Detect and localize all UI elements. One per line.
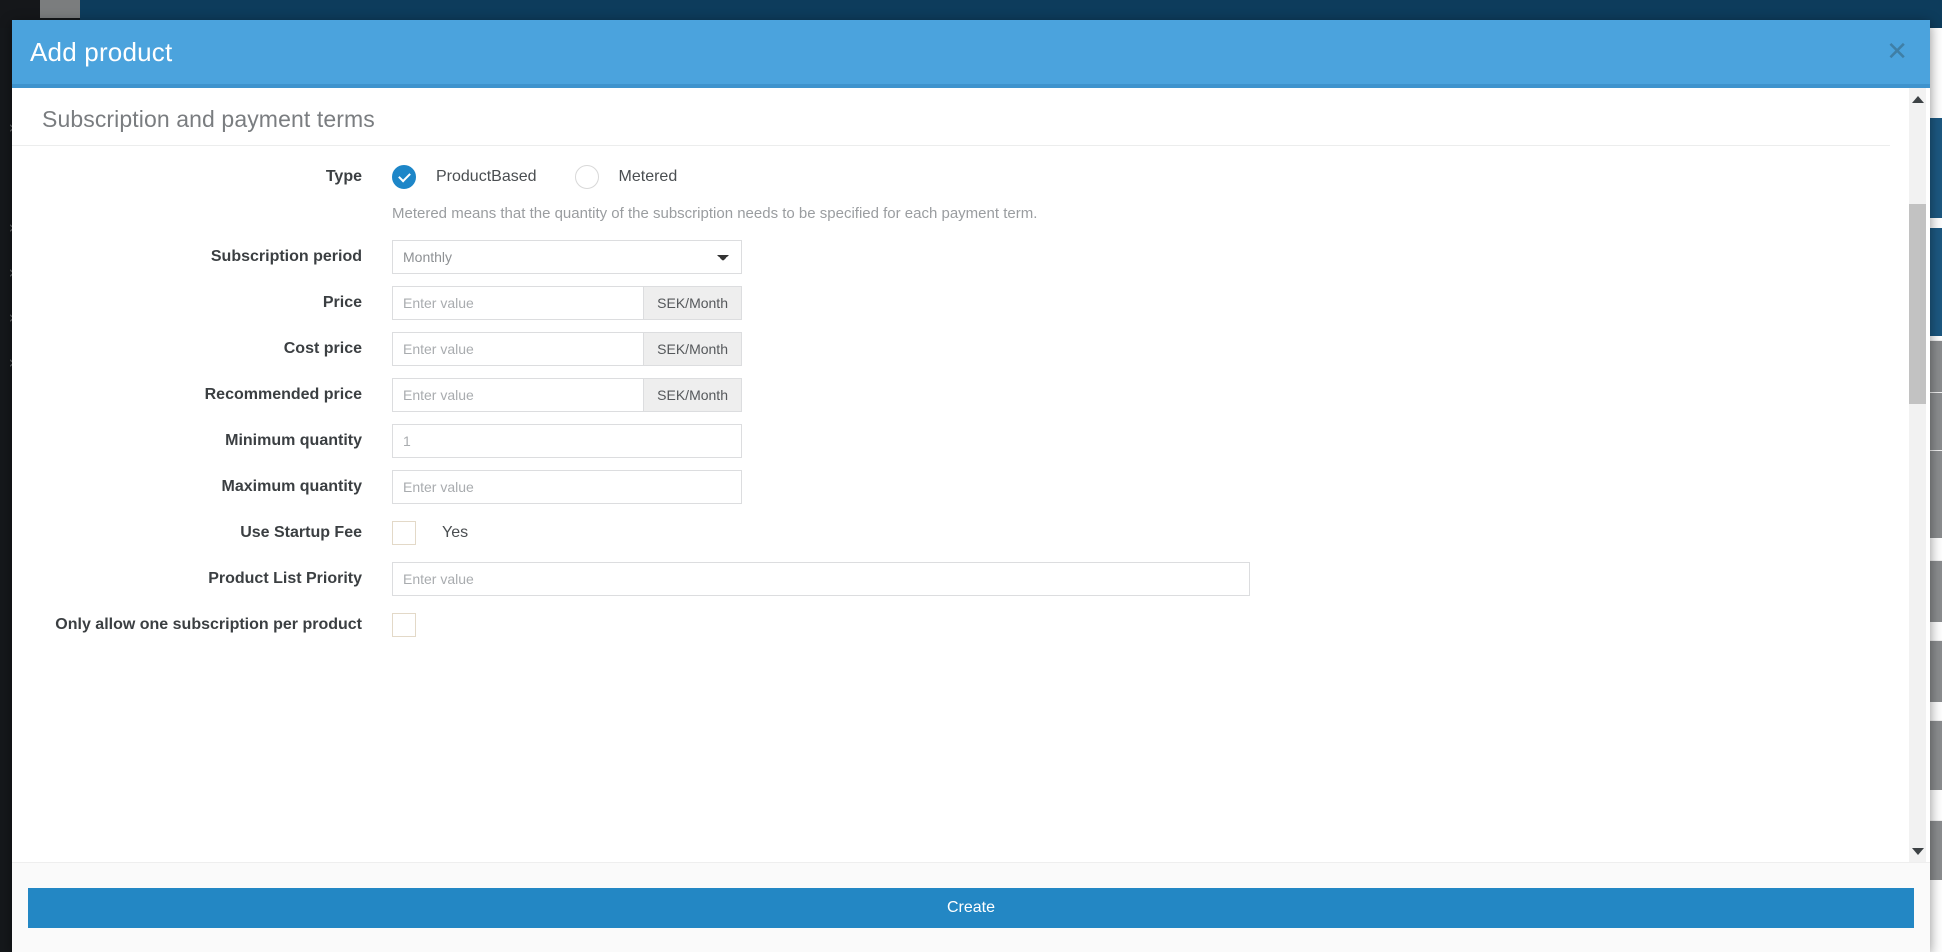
form-row-recommended-price: Recommended price SEK/Month xyxy=(12,378,1900,412)
maximum-quantity-input[interactable] xyxy=(392,470,742,504)
recommended-price-input[interactable] xyxy=(392,378,644,412)
only-one-subscription-checkbox-row xyxy=(392,608,1900,642)
only-one-subscription-label: Only allow one subscription per product xyxy=(55,616,362,633)
radio-option-metered[interactable]: Metered xyxy=(574,165,678,189)
scroll-up-arrow-icon[interactable] xyxy=(1909,88,1926,110)
background-strip-2 xyxy=(1928,340,1942,392)
close-icon[interactable]: ✕ xyxy=(1886,39,1908,65)
modal-header: Add product ✕ xyxy=(12,20,1930,88)
use-startup-fee-label: Use Startup Fee xyxy=(240,524,362,541)
use-startup-fee-checkbox-text: Yes xyxy=(442,524,469,541)
cost-price-control: SEK/Month xyxy=(392,332,1900,366)
cost-price-unit-addon: SEK/Month xyxy=(643,332,742,366)
use-startup-fee-checkbox-row: Yes xyxy=(392,516,1900,550)
radio-option-productbased[interactable]: ProductBased xyxy=(392,165,537,189)
radio-unchecked-icon[interactable] xyxy=(574,165,599,189)
subscription-period-label: Subscription period xyxy=(210,248,362,265)
background-strip-6 xyxy=(1928,640,1942,702)
recommended-price-input-group: SEK/Month xyxy=(392,378,742,412)
use-startup-fee-checkbox[interactable] xyxy=(392,521,416,545)
radio-label-metered: Metered xyxy=(618,168,678,185)
background-strip-7 xyxy=(1928,720,1942,790)
type-label: Type xyxy=(325,168,362,185)
form-row-price: Price SEK/Month xyxy=(12,286,1900,320)
price-label: Price xyxy=(322,294,362,311)
recommended-price-unit-addon: SEK/Month xyxy=(643,378,742,412)
product-list-priority-control xyxy=(392,562,1900,596)
radio-checked-icon[interactable] xyxy=(392,165,416,189)
type-control: ProductBased Metered Metered means that … xyxy=(392,160,1900,228)
form-row-use-startup-fee: Use Startup Fee Yes xyxy=(12,516,1900,550)
section-title: Subscription and payment terms xyxy=(12,106,1890,146)
type-radio-group: ProductBased Metered xyxy=(392,160,1900,194)
form-row-minimum-quantity: Minimum quantity xyxy=(12,424,1900,458)
modal-footer: Create xyxy=(12,862,1930,952)
background-strip-0 xyxy=(1928,118,1942,218)
modal-scroll-area: Subscription and payment terms Type Prod… xyxy=(12,88,1900,862)
add-product-modal: Add product ✕ Subscription and payment t… xyxy=(12,20,1930,952)
price-input-group: SEK/Month xyxy=(392,286,742,320)
modal-scrollbar[interactable] xyxy=(1900,88,1930,862)
form-row-type: Type ProductBased Metered Metered means … xyxy=(12,160,1900,228)
modal-title: Add product xyxy=(30,36,173,67)
only-one-subscription-checkbox[interactable] xyxy=(392,613,416,637)
maximum-quantity-control xyxy=(392,470,1900,504)
minimum-quantity-control xyxy=(392,424,1900,458)
price-input[interactable] xyxy=(392,286,644,320)
form-row-only-one-subscription: Only allow one subscription per product xyxy=(12,608,1900,642)
recommended-price-control: SEK/Month xyxy=(392,378,1900,412)
form-row-product-list-priority: Product List Priority xyxy=(12,562,1900,596)
product-list-priority-label: Product List Priority xyxy=(208,570,362,587)
background-strip-8 xyxy=(1928,820,1942,880)
create-button[interactable]: Create xyxy=(28,887,1914,928)
scroll-down-arrow-icon[interactable] xyxy=(1909,840,1926,862)
type-helper-text: Metered means that the quantity of the s… xyxy=(392,205,1038,222)
minimum-quantity-label: Minimum quantity xyxy=(225,432,362,449)
browser-tab[interactable] xyxy=(40,0,80,18)
maximum-quantity-label: Maximum quantity xyxy=(221,478,362,495)
minimum-quantity-input[interactable] xyxy=(392,424,742,458)
radio-label-productbased: ProductBased xyxy=(436,168,537,185)
price-control: SEK/Month xyxy=(392,286,1900,320)
form-row-maximum-quantity: Maximum quantity xyxy=(12,470,1900,504)
product-list-priority-input[interactable] xyxy=(392,562,1250,596)
only-one-subscription-control xyxy=(392,608,1900,642)
background-strip-5 xyxy=(1928,560,1942,622)
cost-price-label: Cost price xyxy=(283,340,362,357)
scrollbar-thumb[interactable] xyxy=(1909,204,1926,404)
use-startup-fee-control: Yes xyxy=(392,516,1900,550)
subscription-period-control: Monthly Quarterly Yearly xyxy=(392,240,1900,274)
modal-body: Subscription and payment terms Type Prod… xyxy=(12,88,1930,862)
recommended-price-label: Recommended price xyxy=(204,386,362,403)
cost-price-input-group: SEK/Month xyxy=(392,332,742,366)
background-strip-3 xyxy=(1928,392,1942,450)
form-row-cost-price: Cost price SEK/Month xyxy=(12,332,1900,366)
form-row-subscription-period: Subscription period Monthly Quarterly Ye… xyxy=(12,240,1900,274)
cost-price-input[interactable] xyxy=(392,332,644,366)
subscription-period-select[interactable]: Monthly Quarterly Yearly xyxy=(392,240,742,274)
price-unit-addon: SEK/Month xyxy=(643,286,742,320)
background-strip-1 xyxy=(1928,228,1942,336)
background-strip-4 xyxy=(1928,450,1942,538)
form-rows: Type ProductBased Metered Metered means … xyxy=(12,146,1900,642)
